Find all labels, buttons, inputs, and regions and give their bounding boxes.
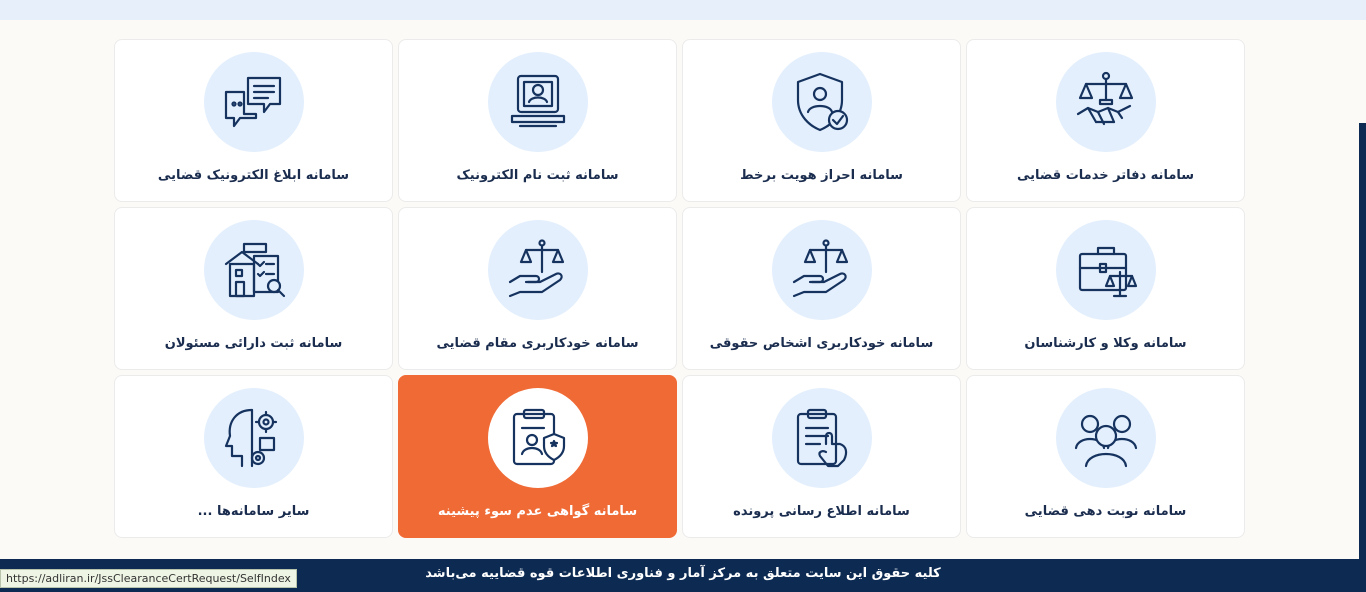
card-label: سامانه دفاتر خدمات قضایی bbox=[1016, 168, 1195, 183]
people-group-icon bbox=[1074, 414, 1138, 468]
icon-circle bbox=[488, 52, 588, 152]
hand-scales-icon bbox=[508, 239, 565, 298]
icon-circle bbox=[488, 220, 588, 320]
card-label: سامانه اطلاع رسانی پرونده bbox=[733, 504, 910, 519]
icon-circle bbox=[1056, 220, 1156, 320]
card-label: سامانه نوبت دهی قضایی bbox=[1024, 504, 1187, 519]
card-case-notification[interactable]: سامانه اطلاع رسانی پرونده bbox=[682, 375, 961, 538]
clipboard-tap-icon bbox=[796, 408, 848, 468]
laptop-user-icon bbox=[510, 74, 566, 128]
icon-circle bbox=[772, 52, 872, 152]
card-label: سایر سامانه‌ها ... bbox=[197, 504, 310, 519]
briefcase-scales-icon bbox=[1078, 246, 1138, 298]
card-label: سامانه ثبت نام الکترونیک bbox=[456, 168, 619, 183]
card-label: سامانه خودکاربری مقام قضایی bbox=[436, 336, 639, 351]
card-lawyers-experts[interactable]: سامانه وکلا و کارشناسان bbox=[966, 207, 1245, 370]
hand-scales-icon bbox=[792, 239, 849, 298]
card-electronic-notification[interactable]: سامانه ابلاغ الکترونیک قضایی bbox=[114, 39, 393, 202]
side-panel-edge bbox=[1359, 123, 1366, 568]
card-label: سامانه گواهی عدم سوء پیشینه bbox=[437, 504, 638, 519]
card-electronic-registration[interactable]: سامانه ثبت نام الکترونیک bbox=[398, 39, 677, 202]
icon-circle bbox=[772, 220, 872, 320]
icon-circle bbox=[204, 388, 304, 488]
card-criminal-record-certificate[interactable]: سامانه گواهی عدم سوء پیشینه bbox=[398, 375, 677, 538]
card-label: سامانه احراز هویت برخط bbox=[740, 168, 903, 183]
card-other-systems[interactable]: سایر سامانه‌ها ... bbox=[114, 375, 393, 538]
top-header-bar bbox=[0, 0, 1366, 20]
clipboard-badge-icon bbox=[512, 408, 566, 466]
card-legal-entities-self-service[interactable]: سامانه خودکاربری اشخاص حقوقی bbox=[682, 207, 961, 370]
building-document-search-icon bbox=[224, 242, 286, 298]
icon-circle bbox=[772, 388, 872, 488]
icon-circle bbox=[488, 388, 588, 488]
card-judicial-offices[interactable]: سامانه دفاتر خدمات قضایی bbox=[966, 39, 1245, 202]
card-label: سامانه خودکاربری اشخاص حقوقی bbox=[709, 336, 934, 351]
card-online-authentication[interactable]: سامانه احراز هویت برخط bbox=[682, 39, 961, 202]
icon-circle bbox=[1056, 52, 1156, 152]
card-officials-asset-registration[interactable]: سامانه ثبت دارائی مسئولان bbox=[114, 207, 393, 370]
icon-circle bbox=[204, 52, 304, 152]
card-label: سامانه ثبت دارائی مسئولان bbox=[164, 336, 343, 351]
status-bar-url: https://adliran.ir/JssClearanceCertReque… bbox=[0, 569, 297, 588]
card-judicial-appointments[interactable]: سامانه نوبت دهی قضایی bbox=[966, 375, 1245, 538]
icon-circle bbox=[1056, 388, 1156, 488]
head-gears-icon bbox=[224, 408, 278, 468]
scales-handshake-icon bbox=[1076, 71, 1134, 126]
card-label: سامانه وکلا و کارشناسان bbox=[1024, 336, 1187, 351]
services-grid: سامانه دفاتر خدمات قضایی سامانه احراز هو… bbox=[114, 39, 1245, 538]
chat-bubbles-icon bbox=[224, 76, 282, 128]
icon-circle bbox=[204, 220, 304, 320]
card-label: سامانه ابلاغ الکترونیک قضایی bbox=[157, 168, 350, 183]
card-judicial-authority-self-service[interactable]: سامانه خودکاربری مقام قضایی bbox=[398, 207, 677, 370]
shield-user-check-icon bbox=[796, 72, 849, 132]
